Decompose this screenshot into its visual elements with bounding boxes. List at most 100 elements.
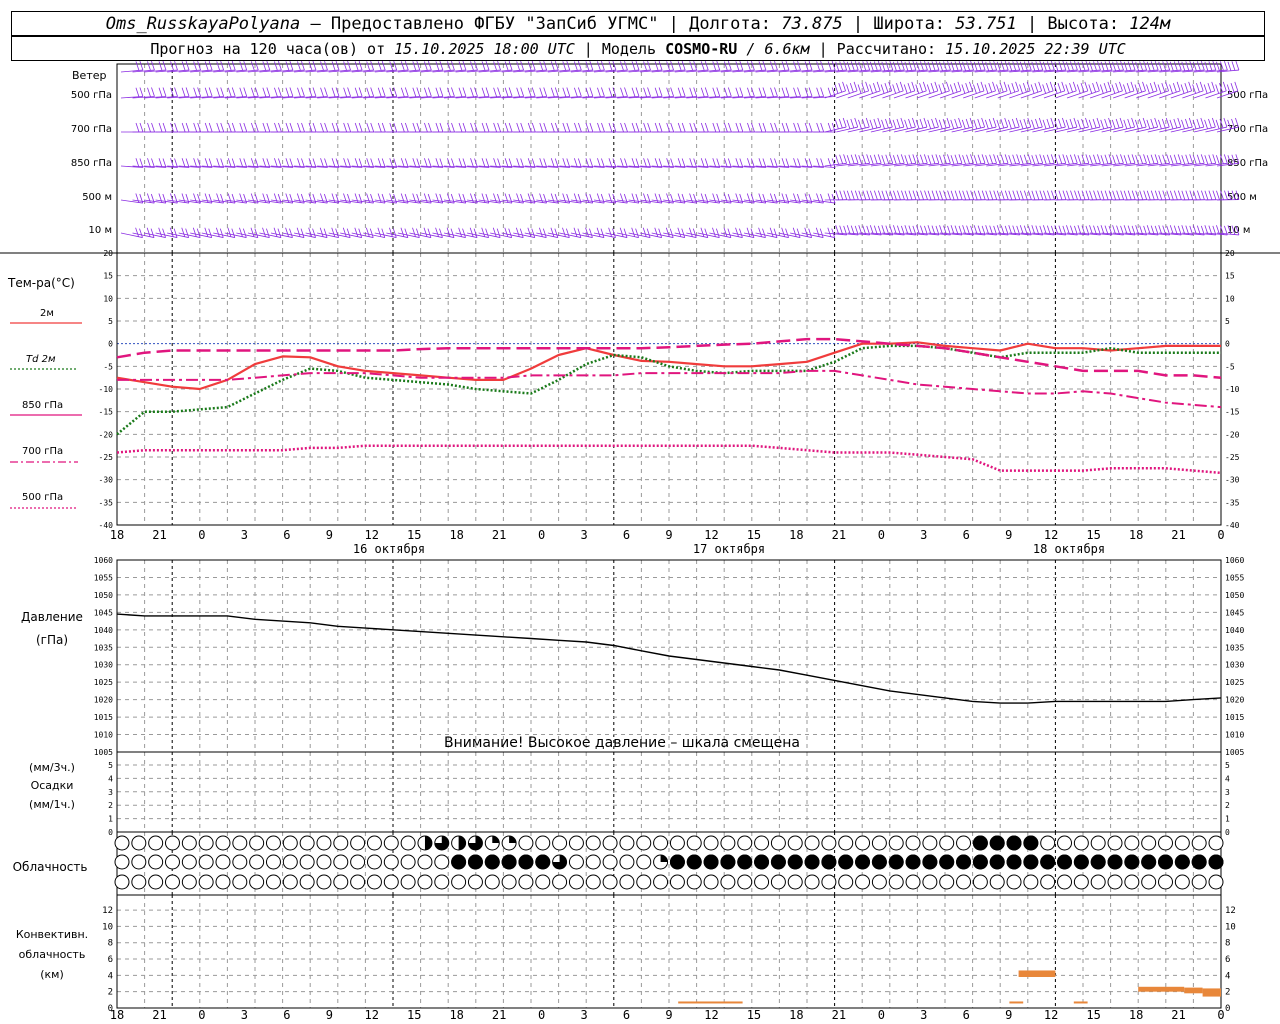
wind-barb-feather: [1131, 154, 1136, 164]
wind-barb-feather: [924, 60, 928, 71]
wind-barb-feather: [554, 87, 559, 97]
wind-barb: [501, 232, 524, 238]
temp-ytick-right: 20: [1225, 249, 1235, 258]
cloud-symbol-full: [1040, 854, 1056, 870]
conv-ytick-left: 8: [108, 939, 113, 949]
wind-barb-feather: [1097, 154, 1101, 164]
wind-barb: [559, 232, 582, 238]
wind-barb: [1009, 162, 1032, 167]
pressure-ytick-right: 1020: [1225, 696, 1244, 705]
wind-barb: [986, 162, 1009, 167]
wind-barb-feather: [1043, 190, 1047, 200]
wind-barb-feather: [1231, 61, 1236, 71]
wind-barb-feather: [643, 122, 648, 133]
wind-barb-feather: [285, 227, 289, 237]
wind-barb-feather: [435, 227, 439, 237]
wind-barb-feather: [834, 84, 839, 94]
wind-barb-feather: [250, 122, 255, 133]
wind-barb-feather: [1069, 118, 1074, 129]
cloud-symbol: [265, 835, 281, 851]
wind-barb: [1089, 90, 1112, 99]
wind-barb: [893, 162, 916, 167]
wind-barb-feather: [873, 154, 878, 164]
wind-barb-feather: [850, 61, 855, 71]
precip-ytick-left: 0: [108, 828, 113, 837]
wind-barb-feather: [1046, 61, 1051, 71]
wind-barb-feather: [816, 122, 821, 133]
temp-ytick-right: -25: [1225, 453, 1240, 462]
wind-barb-feather: [324, 87, 328, 97]
wind-barb-feather: [162, 60, 167, 71]
temp-ytick-left: 15: [103, 272, 113, 281]
wind-barb-feather: [1066, 61, 1070, 71]
wind-barb-feather: [1222, 81, 1227, 91]
wind-barb-feather: [923, 154, 928, 164]
cloud-symbol: [350, 835, 366, 851]
wind-barb-feather: [747, 122, 751, 133]
wind-barb-feather: [1127, 61, 1132, 71]
time-tick-top: 21: [152, 528, 166, 542]
wind-barb: [836, 162, 859, 167]
wind-barb-feather: [508, 60, 513, 71]
cloud-symbol-full: [1023, 854, 1039, 870]
wind-barb: [778, 199, 801, 204]
cloud-symbol: [282, 854, 298, 870]
wind-barb: [939, 90, 962, 99]
wind-barb-feather: [319, 227, 324, 237]
time-tick-bottom: 6: [623, 1008, 630, 1022]
wind-barb-feather: [1046, 154, 1051, 164]
wind-barb-feather: [1049, 81, 1054, 91]
wind-barb-feather: [151, 87, 155, 97]
wind-barb-feather: [922, 81, 927, 91]
pressure-ytick-left: 1005: [94, 748, 113, 757]
wind-barb-feather: [1169, 155, 1174, 165]
time-tick-top: 21: [832, 528, 846, 542]
wind-barb-feather: [1150, 190, 1155, 200]
wind-barb-feather: [1173, 118, 1178, 129]
wind-barb-feather: [174, 87, 178, 97]
wind-barb-feather: [797, 60, 801, 71]
wind-barb-feather: [1016, 60, 1021, 71]
wind-barb-feather: [204, 122, 209, 133]
wind-barb-feather: [566, 60, 571, 71]
pressure-ytick-right: 1025: [1225, 678, 1244, 687]
pressure-ytick-left: 1025: [94, 678, 113, 687]
wind-barb-feather: [462, 87, 467, 97]
wind-barb-feather: [643, 61, 647, 71]
wind-barb-feather: [1074, 60, 1078, 71]
date-label-17: 17 октября: [693, 542, 765, 556]
wind-barb-feather: [1019, 190, 1024, 200]
wind-barb-feather: [193, 61, 197, 71]
wind-barb-feather: [858, 61, 863, 71]
wind-barb-feather: [1081, 61, 1086, 71]
wind-barb-feather: [400, 87, 405, 97]
wind-barb-feather: [462, 122, 467, 133]
wind-barb-feather: [658, 87, 663, 97]
wind-barb-feather: [1177, 60, 1182, 71]
wind-barb-feather: [324, 122, 328, 133]
temp-ytick-left: -10: [99, 385, 114, 394]
wind-barb-feather: [981, 117, 986, 128]
pressure-ytick-right: 1040: [1225, 626, 1244, 635]
wind-barb-feather: [946, 81, 950, 91]
temp-ytick-right: -10: [1225, 385, 1240, 394]
wind-barb-feather: [1197, 190, 1201, 200]
wind-barb-feather: [1057, 83, 1062, 93]
wind-barb-feather: [320, 87, 324, 97]
time-tick-top: 15: [407, 528, 421, 542]
wind-barb-feather: [1165, 117, 1170, 128]
cloud-symbol: [232, 835, 248, 851]
time-tick-bottom: 12: [365, 1008, 379, 1022]
wind-barb: [628, 232, 651, 238]
wind-barb-feather: [151, 122, 155, 133]
wind-barb-feather: [504, 227, 509, 237]
wind-barb-feather: [1031, 190, 1036, 200]
wind-barb: [351, 199, 374, 204]
time-tick-top: 0: [1217, 528, 1224, 542]
wind-barb-feather: [312, 87, 317, 97]
wind-barb-feather: [1127, 190, 1132, 200]
wind-barb-feather: [139, 87, 144, 97]
cloud-symbol: [518, 835, 534, 851]
wind-barb-feather: [300, 228, 305, 238]
wind-barb-feather: [1008, 61, 1013, 71]
